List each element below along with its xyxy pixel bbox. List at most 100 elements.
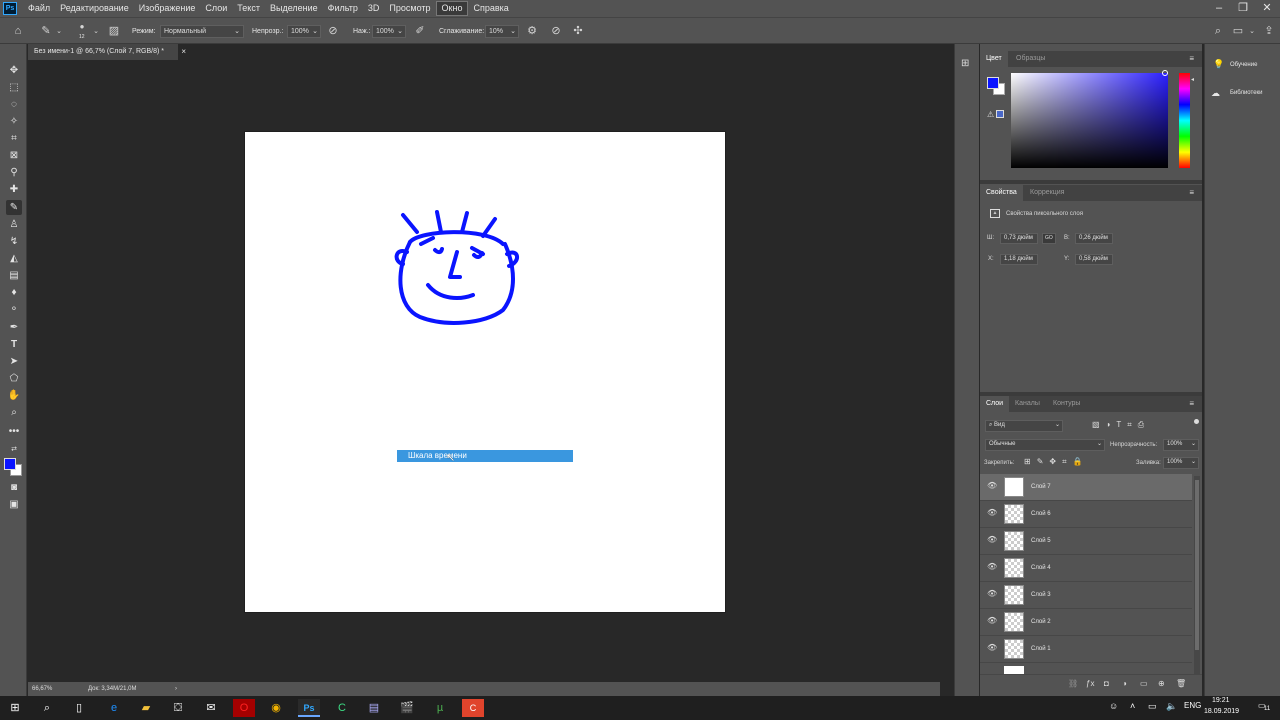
eraser-tool-icon[interactable]: ◭ xyxy=(6,251,22,266)
blur-tool-icon[interactable]: ♦ xyxy=(6,285,22,300)
eye-icon[interactable]: 👁 xyxy=(987,589,997,598)
hue-slider-handle-icon[interactable]: ◂ xyxy=(1191,76,1194,83)
search-icon[interactable]: ⌕ xyxy=(36,699,58,717)
quick-select-tool-icon[interactable]: ✧ xyxy=(6,114,22,129)
quick-mask-icon[interactable]: ◙ xyxy=(6,480,22,495)
learn-label[interactable]: Обучение xyxy=(1230,62,1257,68)
app-icon[interactable]: ▤ xyxy=(363,699,385,717)
x-input[interactable]: 1,18 дюйм xyxy=(1000,254,1038,265)
network-icon[interactable]: ▭ xyxy=(1148,701,1157,712)
type-tool-icon[interactable]: T xyxy=(6,337,22,352)
pen-tool-icon[interactable]: ✒ xyxy=(6,320,22,335)
fx-icon[interactable]: ƒx xyxy=(1086,679,1094,688)
websafe-icon[interactable] xyxy=(996,110,1004,118)
hue-slider[interactable] xyxy=(1179,73,1190,168)
chrome-icon[interactable]: ◉ xyxy=(265,699,287,717)
libraries-icon[interactable]: ☁ xyxy=(1211,88,1220,99)
eyedropper-tool-icon[interactable]: ⚲ xyxy=(6,165,22,180)
restore-icon[interactable]: ❐ xyxy=(1232,0,1254,17)
hand-tool-icon[interactable]: ✋ xyxy=(6,388,22,403)
clock-date[interactable]: 18.09.2019 xyxy=(1204,708,1239,715)
crop-tool-icon[interactable]: ⌗ xyxy=(6,131,22,146)
edge-icon[interactable]: e xyxy=(103,699,125,717)
lasso-tool-icon[interactable]: ◌ xyxy=(6,97,22,112)
menu-3d[interactable]: 3D xyxy=(363,1,385,16)
menu-edit[interactable]: Редактирование xyxy=(55,1,134,16)
link-layers-icon[interactable]: ⛓ xyxy=(1068,679,1078,688)
eye-icon[interactable]: 👁 xyxy=(987,616,997,625)
adjustment-layer-icon[interactable]: ◑ xyxy=(1122,679,1127,688)
menu-filter[interactable]: Фильтр xyxy=(323,1,363,16)
mode-select[interactable]: Нормальный ⌄ xyxy=(160,25,244,38)
eye-icon[interactable]: 👁 xyxy=(987,535,997,544)
layer-filter-icons[interactable]: ▧◑T⌗⎙ xyxy=(1092,420,1150,430)
close-window-icon[interactable]: ✕ xyxy=(1256,0,1278,17)
lock-icons[interactable]: ⊞✎✥⌗🔒 xyxy=(1024,457,1089,467)
pressure-size-icon[interactable]: ⊘ xyxy=(549,25,563,38)
tab-color[interactable]: Цвет xyxy=(980,51,1008,67)
close-tab-icon[interactable]: × xyxy=(181,44,186,60)
panel-menu-icon[interactable]: ≡ xyxy=(1189,51,1194,67)
symmetry-icon[interactable]: ✣ xyxy=(571,25,585,38)
language-indicator[interactable]: ENG xyxy=(1184,701,1201,710)
zoom-tool-icon[interactable]: ⌕ xyxy=(6,405,22,420)
menu-type[interactable]: Текст xyxy=(232,1,265,16)
history-brush-tool-icon[interactable]: ↯ xyxy=(6,234,22,249)
shape-tool-icon[interactable]: ⬠ xyxy=(6,371,22,386)
layer-row[interactable]: 👁 Слой 1 xyxy=(980,636,1192,663)
new-layer-icon[interactable]: ⊕ xyxy=(1158,679,1165,688)
opacity-input[interactable]: 100% ⌄ xyxy=(287,25,321,38)
brush-tool-icon[interactable]: ✎ xyxy=(38,25,54,38)
layer-row[interactable]: 👁 Слой 3 xyxy=(980,582,1192,609)
layer-row[interactable]: 👁 Слой 7 xyxy=(980,474,1192,501)
screen-mode-icon[interactable]: ▣ xyxy=(6,497,22,512)
pressure-input[interactable]: 100% ⌄ xyxy=(372,25,406,38)
video-editor-icon[interactable]: 🎬 xyxy=(396,699,418,717)
gradient-tool-icon[interactable]: ▤ xyxy=(6,268,22,283)
recorder-icon[interactable]: C xyxy=(462,699,484,717)
tab-swatches[interactable]: Образцы xyxy=(1010,51,1051,67)
eye-icon[interactable]: 👁 xyxy=(987,508,997,517)
tab-layers[interactable]: Слои xyxy=(980,396,1010,412)
eye-icon[interactable]: 👁 xyxy=(987,562,997,571)
fill-input[interactable]: 100% ⌄ xyxy=(1163,457,1199,469)
menu-select[interactable]: Выделение xyxy=(265,1,323,16)
width-input[interactable]: 0,73 дюйм xyxy=(1000,233,1038,244)
y-input[interactable]: 0,58 дюйм xyxy=(1075,254,1113,265)
add-mask-icon[interactable]: ◘ xyxy=(1104,679,1109,688)
layer-row[interactable]: 👁 Слой 6 xyxy=(980,501,1192,528)
brush-tool-icon[interactable]: ✎ xyxy=(6,200,22,215)
tab-adjustments[interactable]: Коррекция xyxy=(1024,185,1070,201)
layer-row[interactable]: 👁 Слой 4 xyxy=(980,555,1192,582)
clock-time[interactable]: 19:21 xyxy=(1212,697,1230,704)
menu-view[interactable]: Просмотр xyxy=(384,1,435,16)
menu-window[interactable]: Окно xyxy=(435,1,469,16)
photoshop-taskbar-icon[interactable]: Ps xyxy=(298,699,320,717)
chevron-down-icon[interactable]: ⌄ xyxy=(91,25,101,38)
task-view-icon[interactable]: ▯ xyxy=(68,699,90,717)
brush-preset-icon[interactable]: ● xyxy=(76,20,88,33)
layer-opacity-input[interactable]: 100% ⌄ xyxy=(1163,439,1199,451)
more-tools-icon[interactable]: ••• xyxy=(6,424,22,439)
menu-image[interactable]: Изображение xyxy=(134,1,201,16)
chevron-down-icon[interactable]: ⌄ xyxy=(54,25,64,38)
status-menu-icon[interactable]: › xyxy=(175,682,177,696)
fg-color-front[interactable] xyxy=(987,77,999,89)
pressure-opacity-icon[interactable]: ⊘ xyxy=(326,25,340,38)
stamp-tool-icon[interactable]: ♙ xyxy=(6,217,22,232)
store-icon[interactable]: ⛋ xyxy=(167,699,189,717)
tab-channels[interactable]: Каналы xyxy=(1009,396,1046,412)
document-tab[interactable]: Без имени-1 @ 66,7% (Слой 7, RGB/8) * × xyxy=(28,44,186,60)
chevron-down-icon[interactable]: ⌄ xyxy=(1247,25,1257,38)
panel-menu-icon[interactable]: ≡ xyxy=(1189,185,1194,201)
height-input[interactable]: 0,26 дюйм xyxy=(1075,233,1113,244)
panel-menu-icon[interactable]: ≡ xyxy=(1189,396,1194,412)
eye-icon[interactable]: 👁 xyxy=(987,481,997,490)
share-icon[interactable]: ⇪ xyxy=(1262,25,1276,38)
swap-colors-icon[interactable]: ⇄ xyxy=(6,442,22,457)
layers-scrollbar-thumb[interactable] xyxy=(1195,480,1199,650)
workspace-icon[interactable]: ▭ xyxy=(1231,25,1245,38)
foreground-color-front[interactable] xyxy=(4,458,16,470)
menu-help[interactable]: Справка xyxy=(468,1,513,16)
minimize-icon[interactable]: – xyxy=(1208,0,1230,17)
